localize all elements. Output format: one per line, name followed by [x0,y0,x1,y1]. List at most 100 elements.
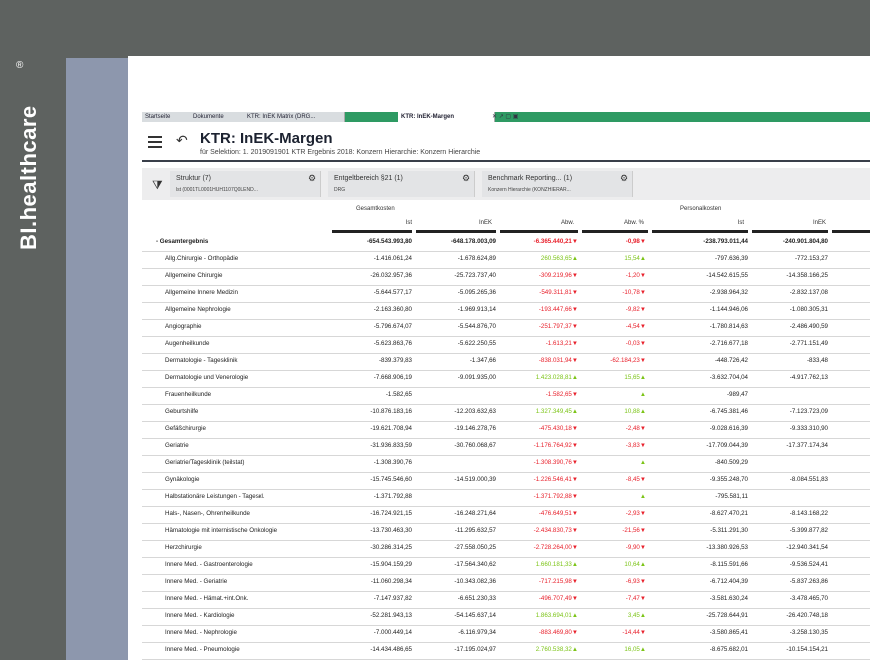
table-row[interactable]: Geburtshilfe -10.876.183,16 -12.203.632,63… [142,404,870,422]
table-cell: -654.543.993,80 [366,238,412,245]
table-cell: -3.632.704,04 [709,374,748,381]
table-cell: -989,47 [727,391,748,398]
browser-tab[interactable]: Dokumente [190,112,247,122]
table-cell: -8.675.682,01 [709,646,748,653]
table-cell: -833,48 [807,357,828,364]
table-cell: -1.582,65 [385,391,412,398]
hamburger-menu-icon[interactable] [148,136,162,151]
filter-bar: ⧩ Struktur (7) lst (0001TL0001HUH1107Q0L… [142,168,870,200]
browser-tab[interactable]: Startseite [142,112,193,122]
table-row[interactable]: Hämatologie mit internistische Onkologie… [142,523,870,541]
table-cell: -10.876.183,16 [370,408,412,415]
table-cell: 5 [848,340,870,347]
tab-actions-icon[interactable]: ✕ ↗ ▢ ▣ [492,113,518,120]
table-row[interactable]: Gynäkologie -15.745.546,60 -14.519.000,39 -… [142,472,870,490]
table-cell: -14.542.615,55 [706,272,748,279]
table-cell: -251.797,37▼ [538,323,578,330]
table-cell: 16,05▲ [624,646,646,653]
table-cell: -32 [848,629,870,636]
table-cell: -10,78▼ [622,289,646,296]
table-row[interactable]: Angiographie -5.796.674,07 -5.544.876,70 -2… [142,319,870,337]
table-cell: -840.509,29 [714,459,748,466]
gear-icon[interactable]: ⚙ [620,173,628,184]
column-header[interactable]: Ist [652,220,744,226]
table-row[interactable]: Geriatrie/Tagesklinik (teilstat) -1.308.3… [142,455,870,473]
brand-name: BI.healthcare [16,105,41,250]
table-row[interactable]: Innere Med. - Geriatrie -11.060.298,34 -10… [142,574,870,592]
table-cell: -19.621.708,94 [370,425,412,432]
gear-icon[interactable]: ⚙ [462,173,470,184]
filter-benchmark[interactable]: Benchmark Reporting... (1) Konzern Hiera… [482,171,633,197]
filter-label: Entgeltbereich §21 (1) [334,175,403,182]
table-cell: -3.581.630,24 [709,595,748,602]
table-row[interactable]: Innere Med. - Kardiologie -52.281.943,13 -… [142,608,870,626]
table-cell: -5.644.577,17 [373,289,412,296]
table-row[interactable]: Innere Med. - Pneumologie -14.434.486,65 -… [142,642,870,660]
table-cell: -838.031,94▼ [538,357,578,364]
table-cell: -6.651.230,33 [457,595,496,602]
table-row[interactable]: Dermatologie - Tagesklinik -839.379,83 -1.… [142,353,870,371]
table-row[interactable]: Gefäßchirurgie -19.621.708,94 -19.146.278,… [142,421,870,439]
table-row[interactable]: Allgemeine Innere Medizin -5.644.577,17 -5… [142,285,870,303]
column-header[interactable]: InEK [420,220,492,226]
filter-icon[interactable]: ⧩ [152,178,163,193]
table-row[interactable]: Allg.Chirurgie - Orthopädie -1.416.061,24… [142,251,870,269]
back-arrow-icon[interactable]: ↶ [176,132,188,149]
table-cell: -6.116.979,34 [458,629,496,636]
table-cell: -11.060.298,34 [370,578,412,585]
table-cell: -1.371.792,88▼ [533,493,578,500]
table-row[interactable]: Innere Med. - Hämat.+int.Onk. -7.147.937,… [142,591,870,609]
table-cell: -8.143.168,22 [789,510,828,517]
column-header-bar [416,230,496,233]
table-cell: -33 [848,442,870,449]
table-row[interactable]: Allgemeine Nephrologie -2.163.360,80 -1.96… [142,302,870,320]
table-row[interactable]: Innere Med. - Gastroenterologie -15.904.1… [142,557,870,575]
table-cell: -11.295.632,57 [454,527,496,534]
table-cell: 10,64▲ [624,561,646,568]
gear-icon[interactable]: ⚙ [308,173,316,184]
table-cell: -2,48▼ [625,425,646,432]
filter-value: Konzern Hierarchie (KONZHIERAR... [488,187,571,193]
table-cell: -10.154.154,21 [786,646,828,653]
table-row[interactable]: Augenheilkunde -5.623.863,76 -5.622.250,55… [142,336,870,354]
row-label: Innere Med. - Gastroenterologie [165,561,253,568]
table-row[interactable]: Dermatologie und Venerologie -7.668.906,1… [142,370,870,388]
table-cell: 10,88▲ [624,408,646,415]
table-cell: -2.832.137,08 [789,289,828,296]
table-cell: -1.678.624,89 [457,255,496,262]
table-cell: -12.203.632,63 [454,408,496,415]
filter-entgeltbereich[interactable]: Entgeltbereich §21 (1) DRG ⚙ [328,171,475,197]
table-total-row[interactable]: - Gesamtergebnis -654.543.993,80 -648.178.… [142,234,870,252]
filter-struktur[interactable]: Struktur (7) lst (0001TL0001HUH1107Q0LEN… [170,171,321,197]
table-cell: -2.434.830,73▼ [533,527,578,534]
browser-tab[interactable]: KTR: InEK Matrix (DRG... [244,112,345,122]
column-header[interactable]: Ist [350,220,412,226]
browser-tab-active[interactable]: KTR: InEK-Margen [398,112,495,122]
table-cell: -44 [848,544,870,551]
table-cell: 15,54▲ [624,255,646,262]
table-cell: ▲ [639,493,646,500]
side-panel [66,58,130,660]
table-cell: -8.627.470,21 [709,510,748,517]
table-cell: -9,90▼ [625,544,646,551]
table-cell: -6,93▼ [625,578,646,585]
table-row[interactable]: Halbstationäre Leistungen - Tagesкl. -1.3… [142,489,870,507]
table-row[interactable]: Hals-, Nasen-, Ohrenheilkunde -16.724.921… [142,506,870,524]
column-header[interactable]: Abw. [500,220,574,226]
table-cell: 260.563,65▲ [540,255,578,262]
column-header[interactable]: Abw. % [582,220,644,226]
table-row[interactable]: Geriatrie -31.936.833,59 -30.760.068,67 -1.… [142,438,870,456]
table-cell: -30.286.314,25 [370,544,412,551]
column-header-bar [332,230,412,233]
column-header[interactable]: InEK [752,220,826,226]
table-cell: 69 [848,612,870,619]
table-cell: -240.901.804,80 [782,238,828,245]
table-row[interactable]: Allgemeine Chirurgie -26.032.957,36 -25.72… [142,268,870,286]
table-row[interactable]: Innere Med. - Nephrologie -7.000.449,14 -6… [142,625,870,643]
table-cell: -1.780.814,63 [709,323,748,330]
table-row[interactable]: Frauenheilkunde -1.582,65 -1.582,65▼ ▲ -989,… [142,387,870,405]
row-label: Herzchirurgie [165,544,202,551]
row-label: Gynäkologie [165,476,200,483]
table-row[interactable]: Herzchirurgie -30.286.314,25 -27.558.050,2… [142,540,870,558]
table-cell: 1.423.028,81▲ [535,374,578,381]
